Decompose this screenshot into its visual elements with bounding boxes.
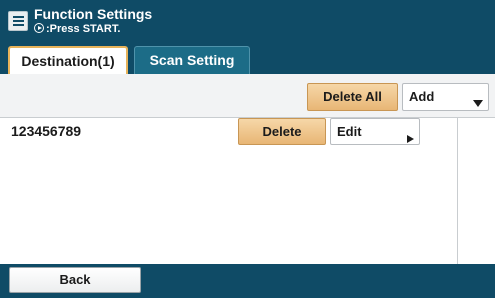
back-button[interactable]: Back — [9, 267, 141, 293]
header-bar: Function Settings :Press START. — [0, 0, 495, 42]
edit-label: Edit — [337, 124, 362, 139]
tab-destination[interactable]: Destination(1) — [8, 46, 128, 74]
add-label: Add — [409, 89, 435, 104]
menu-icon[interactable] — [8, 11, 28, 31]
delete-all-button[interactable]: Delete All — [307, 83, 398, 111]
tab-scan-setting[interactable]: Scan Setting — [134, 46, 250, 74]
destination-number: 123456789 — [11, 123, 82, 139]
start-icon — [34, 23, 44, 33]
edit-button[interactable]: Edit — [330, 118, 420, 145]
chevron-down-icon — [473, 100, 483, 107]
start-instruction: :Press START. — [34, 23, 120, 35]
tab-bar: Destination(1) Scan Setting — [0, 42, 495, 74]
list-item: 123456789 Delete Edit — [0, 118, 457, 145]
footer-bar: Back — [0, 264, 495, 298]
destination-list: 123456789 Delete Edit — [0, 118, 495, 264]
scrollbar-track[interactable] — [457, 118, 458, 264]
add-dropdown[interactable]: Add — [402, 83, 489, 111]
toolbar: Delete All Add — [0, 74, 495, 118]
delete-button[interactable]: Delete — [238, 118, 326, 145]
page-title: Function Settings — [34, 6, 153, 22]
arrow-right-icon — [407, 135, 414, 143]
start-instruction-text: :Press START. — [46, 23, 121, 35]
